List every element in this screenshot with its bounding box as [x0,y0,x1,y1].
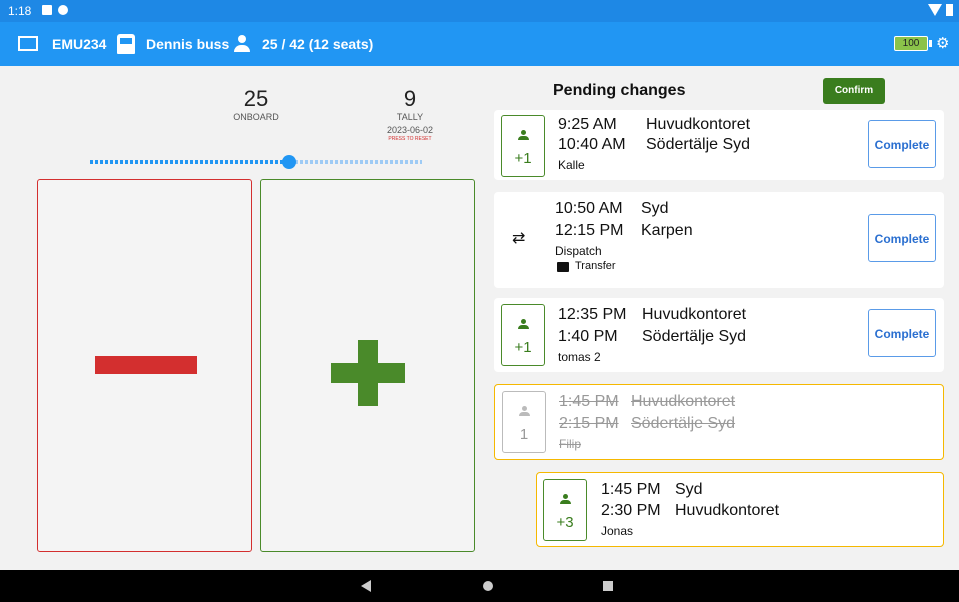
complete-button[interactable]: Complete [868,120,936,168]
passenger-name: tomas 2 [558,350,601,364]
pending-item: ⇄ 10:50 AM Syd 12:15 PM Karpen Dispatch … [494,192,944,288]
system-nav-bar [0,570,959,602]
message-icon [557,262,569,272]
complete-button[interactable]: Complete [868,214,936,262]
place-end: Södertälje Syd [631,415,736,432]
gear-icon[interactable]: ⚙ [936,36,949,51]
plus-icon [331,340,405,406]
onboard-label: ONBOARD [233,112,279,122]
place-end: Södertälje Syd [646,136,751,153]
person-icon [518,319,529,331]
slider-fill [90,160,290,164]
delta-value: +1 [514,339,532,356]
notification-icon [42,5,52,15]
wifi-icon [928,4,942,16]
bus-icon [117,34,135,54]
person-icon [518,130,529,142]
dispatch-label: Dispatch [555,244,602,258]
bus-name: Dennis buss [146,36,230,52]
tally-label[interactable]: TALLY [375,112,445,122]
battery-level: 100 [902,38,920,49]
slider-thumb[interactable] [282,155,297,169]
status-bar: 1:18 [0,0,959,22]
place-end: Södertälje Syd [642,328,747,345]
passenger-name: Kalle [558,158,585,172]
passenger-name: Filip [559,437,582,451]
place-start: Huvudkontoret [646,116,751,133]
status-time: 1:18 [8,4,32,18]
passenger-badge: +1 [501,115,545,177]
confirm-button[interactable]: Confirm [823,78,885,104]
delta-value: +3 [556,514,574,531]
pending-item: +3 1:45 PM Syd 2:30 PM Huvudkontoret Jon… [536,472,944,547]
place-end: Karpen [641,222,693,239]
back-icon[interactable] [361,580,371,592]
place-start: Huvudkontoret [642,306,747,323]
battery-status-icon [946,4,953,16]
time-end: 10:40 AM [558,136,626,153]
minus-icon [95,356,197,374]
battery-tip [929,40,932,47]
time-end: 12:15 PM [555,222,624,239]
complete-button[interactable]: Complete [868,309,936,357]
passenger-name: Jonas [601,524,634,538]
place-start: Syd [675,481,703,498]
tally-count[interactable]: 9 [390,86,430,112]
time-end: 2:30 PM [601,502,661,519]
reset-hint[interactable]: PRESS TO RESET [375,136,445,142]
app-status-icon [58,5,68,15]
onboard-count: 25 [243,86,269,111]
time-end: 1:40 PM [558,328,618,345]
home-icon[interactable] [483,581,493,591]
time-start: 12:35 PM [558,306,627,323]
pending-item: +1 12:35 PM Huvudkontoret 1:40 PM Södert… [494,298,944,372]
passenger-badge: +1 [501,304,545,366]
battery-badge: 100 [894,36,928,51]
pending-changes-title: Pending changes [553,82,686,99]
swap-arrows-icon: ⇄ [512,230,526,247]
increment-pad[interactable] [260,179,475,552]
person-icon [519,406,530,418]
time-start: 9:25 AM [558,116,617,133]
transfer-note: Transfer [575,260,616,272]
delta-value: 1 [519,426,529,443]
person-icon [560,494,571,506]
delta-value: +1 [514,150,532,167]
time-start: 10:50 AM [555,200,623,217]
vehicle-id: EMU234 [52,36,107,52]
place-start: Syd [641,200,669,217]
place-start: Huvudkontoret [631,393,736,410]
passenger-badge: +3 [543,479,587,541]
passenger-badge: 1 [502,391,546,453]
tally-date[interactable]: 2023-06-02 [375,125,445,135]
place-end: Huvudkontoret [675,502,780,519]
app-bar: EMU234 Dennis buss 25 / 42 (12 seats) 10… [0,22,959,66]
time-start: 1:45 PM [559,393,619,410]
occupancy-text: 25 / 42 (12 seats) [262,36,374,52]
recents-icon[interactable] [603,581,613,591]
time-end: 2:15 PM [559,415,619,432]
pending-item-cancelled: 1 1:45 PM Huvudkontoret 2:15 PM Södertäl… [494,384,944,460]
time-start: 1:45 PM [601,481,661,498]
decrement-pad[interactable] [37,179,252,552]
pending-item: +1 9:25 AM Huvudkontoret 10:40 AM Södert… [494,110,944,180]
person-icon [234,35,250,53]
vehicle-icon [18,36,38,51]
progress-slider[interactable] [90,155,422,169]
